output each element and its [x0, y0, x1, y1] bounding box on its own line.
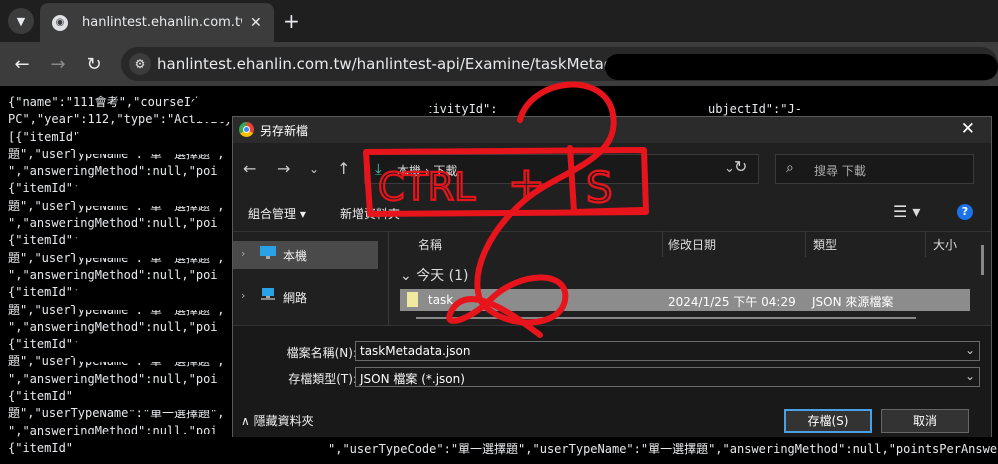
expand-icon[interactable]: › [241, 247, 245, 260]
hide-folders-toggle[interactable]: ∧ 隱藏資料夾 [241, 412, 314, 429]
expand-icon[interactable]: › [241, 289, 245, 302]
file-type: JSON 來源檔案 [812, 295, 894, 309]
group-header-today[interactable]: ⌄ 今天 (1) [400, 265, 468, 285]
column-header-date[interactable]: 修改日期 [662, 231, 806, 257]
redaction-mark [72, 236, 232, 258]
organize-label: 組合管理 [248, 207, 297, 221]
new-folder-button[interactable]: 新增資料夾 [340, 205, 400, 222]
json-line: ","answeringMethod":null,"poi [8, 267, 218, 282]
vertical-scrollbar[interactable] [981, 245, 984, 275]
dialog-title-bar[interactable]: 另存新檔 ✕ [233, 117, 991, 143]
nav-item-this-pc[interactable]: › 本機 [233, 241, 378, 269]
file-row[interactable]: task 2024/1/25 下午 04:29 JSON 來源檔案 [400, 289, 970, 311]
json-line: ","answeringMethod":null,"poi [8, 371, 218, 386]
save-as-dialog: 另存新檔 ✕ ← → ⌄ ↑ ⤓ 本機 › 下載 ⌄ ↻ ⌕ 搜尋 下載 組合管… [232, 116, 992, 437]
reload-button[interactable]: ↻ [82, 52, 106, 76]
downloads-icon: ⤓ [375, 160, 382, 178]
globe-icon: ◉ [52, 14, 68, 31]
nav-item-network[interactable]: › 網路 [233, 283, 378, 311]
back-button[interactable]: ← [10, 52, 34, 76]
save-form: 檔案名稱(N): taskMetadata.json ⌄ 存檔類型(T): JS… [233, 325, 991, 437]
save-button[interactable]: 存檔(S) [784, 409, 872, 433]
filetype-select[interactable]: JSON 檔案 (*.json) ⌄ [355, 367, 980, 387]
browser-tab[interactable]: ◉ hanlintest.ehanlin.com.tw/han ✕ [40, 3, 274, 42]
redaction-mark [72, 288, 232, 310]
filename-input[interactable]: taskMetadata.json ⌄ [355, 341, 980, 361]
chevron-down-icon[interactable]: ⌄ [965, 343, 975, 357]
location-bar[interactable]: ⤓ 本機 › 下載 ⌄ [364, 154, 759, 184]
tab-search-button[interactable]: ▼ [8, 8, 34, 34]
navigation-bar: ← → ↻ ⚙ hanlintest.ehanlin.com.tw/hanlin… [0, 42, 998, 86]
json-fragment: ","userTypeCode":"單一選擇題","userTypeName":… [328, 442, 998, 456]
network-icon [261, 288, 275, 300]
refresh-icon[interactable]: ↻ [734, 157, 747, 176]
chrome-icon [239, 122, 254, 137]
forward-button[interactable]: → [46, 52, 70, 76]
file-icon [407, 292, 418, 307]
computer-icon [260, 246, 276, 259]
file-list: 名稱 修改日期 類型 大小 ⌄ 今天 (1) task 2024/1/25 下午… [390, 231, 990, 325]
breadcrumb[interactable]: 本機 › 下載 [397, 162, 457, 179]
filename-label: 檔案名稱(N): [286, 346, 357, 360]
view-options-icon[interactable]: ☰ ▾ [893, 202, 920, 221]
chevron-down-icon[interactable]: ⌄ [965, 369, 975, 383]
json-line: ","answeringMethod":null,"poi [8, 216, 218, 231]
redaction-mark [72, 184, 232, 206]
filetype-label: 存檔類型(T): [288, 372, 357, 386]
tab-strip: ▼ ◉ hanlintest.ehanlin.com.tw/han ✕ + [0, 0, 998, 42]
back-icon[interactable]: ← [243, 159, 256, 178]
dialog-title: 另存新檔 [260, 124, 309, 138]
redaction-mark [72, 132, 232, 154]
close-tab-icon[interactable]: ✕ [250, 15, 262, 31]
new-tab-button[interactable]: + [283, 9, 300, 33]
up-icon[interactable]: ↑ [337, 159, 350, 178]
column-header-size[interactable]: 大小 [925, 231, 985, 257]
forward-icon[interactable]: → [277, 159, 290, 178]
url-text: hanlintest.ehanlin.com.tw/hanlintest-api… [157, 55, 672, 73]
redaction-mark [72, 340, 232, 362]
file-date: 2024/1/25 下午 04:29 [668, 295, 796, 309]
search-input[interactable]: ⌕ 搜尋 下載 [775, 154, 974, 184]
column-header-type[interactable]: 類型 [805, 231, 926, 257]
redaction-mark [605, 54, 998, 80]
redaction-mark [72, 434, 324, 460]
organize-menu[interactable]: 組合管理 ▾ [248, 205, 306, 222]
dialog-command-bar: 組合管理 ▾ 新增資料夾 ☰ ▾ ? [233, 195, 991, 232]
search-icon: ⌕ [786, 160, 794, 176]
json-fragment: ubjectId":"J- [708, 102, 802, 116]
file-name: task [428, 293, 454, 307]
recent-locations-icon[interactable]: ⌄ [309, 162, 319, 176]
pane-splitter[interactable] [388, 231, 389, 325]
redaction-mark [72, 388, 232, 410]
horizontal-scrollbar[interactable] [416, 317, 916, 319]
search-placeholder: 搜尋 下載 [814, 164, 866, 178]
filename-value: taskMetadata.json [360, 344, 471, 358]
cancel-button[interactable]: 取消 [881, 409, 969, 433]
json-line: ","answeringMethod":null,"poi [8, 164, 218, 179]
help-icon[interactable]: ? [957, 204, 973, 220]
navigation-pane: › 本機 › 網路 [233, 231, 383, 325]
column-header-name[interactable]: 名稱 [390, 231, 663, 257]
dialog-nav-toolbar: ← → ⌄ ↑ ⤓ 本機 › 下載 ⌄ ↻ ⌕ 搜尋 下載 [233, 143, 991, 195]
nav-item-label: 本機 [283, 249, 308, 263]
nav-item-label: 網路 [283, 291, 308, 305]
close-icon[interactable]: ✕ [961, 119, 975, 139]
tab-title: hanlintest.ehanlin.com.tw/han [82, 15, 242, 30]
site-info-icon[interactable]: ⚙ [129, 53, 151, 75]
filetype-value: JSON 檔案 (*.json) [360, 372, 465, 386]
json-line: ","answeringMethod":null,"poi [8, 319, 218, 334]
